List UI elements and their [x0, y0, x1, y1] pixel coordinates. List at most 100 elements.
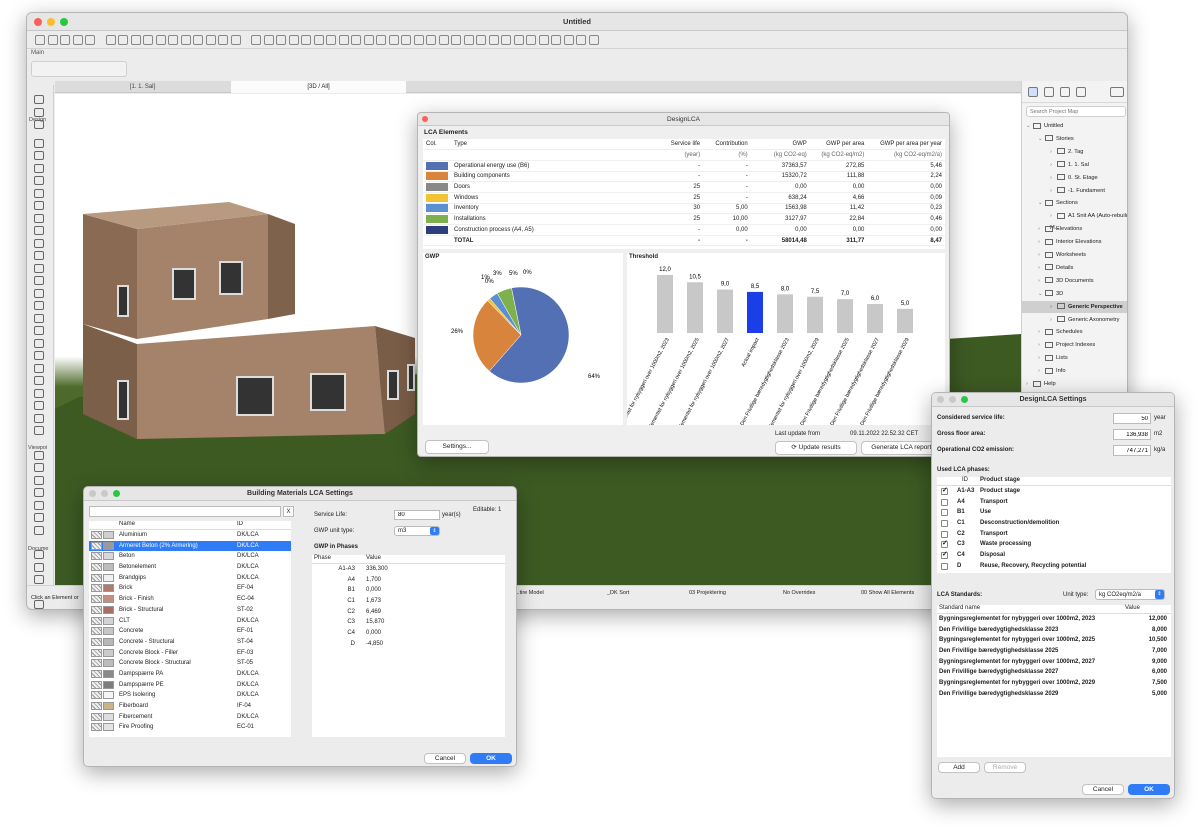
tool-icon[interactable]: [34, 388, 44, 398]
lca-phase-row[interactable]: A4 Transport: [937, 497, 1171, 508]
material-row[interactable]: CLT DK/LCA: [89, 616, 291, 627]
toolbar-tool-icon[interactable]: [576, 35, 586, 45]
tool-icon[interactable]: [34, 163, 44, 173]
toolbar-tool-icon[interactable]: [60, 35, 70, 45]
standard-row[interactable]: Bygningsreglementet for nybyggeri over 1…: [937, 657, 1171, 668]
model-view-option[interactable]: ...tire Model: [515, 586, 544, 600]
tree-item[interactable]: ⌄ 3D: [1022, 288, 1127, 300]
settings-button[interactable]: Settings...: [425, 440, 489, 454]
material-row[interactable]: Fire Proofing EC-01: [89, 722, 291, 733]
chevron-right-icon[interactable]: ›: [1050, 146, 1057, 158]
toolbar-tool-icon[interactable]: [451, 35, 461, 45]
table-row[interactable]: Construction process (A4, A5) -0,00 0,00 0,…: [423, 224, 945, 236]
tool-icon[interactable]: [34, 276, 44, 285]
view-map-icon[interactable]: [1044, 87, 1054, 97]
lca-phase-row[interactable]: C2 Transport: [937, 529, 1171, 540]
layer-combination[interactable]: 03 Projektering: [689, 586, 726, 600]
toolbar-tool-icon[interactable]: [72, 35, 83, 45]
tool-icon[interactable]: [34, 326, 44, 335]
toolbar-tool-icon[interactable]: [476, 35, 486, 45]
phase-checkbox[interactable]: [941, 539, 948, 550]
table-row[interactable]: Doors 25-0,00 0,00 0,00: [423, 181, 945, 193]
chevron-right-icon[interactable]: ›: [1050, 172, 1057, 184]
toolbar-tool-icon[interactable]: [276, 35, 286, 45]
toolbar-tool-icon[interactable]: [288, 35, 299, 45]
chevron-right-icon[interactable]: ›: [1050, 314, 1057, 326]
tree-item[interactable]: › Schedules: [1022, 326, 1127, 338]
tree-item[interactable]: › Worksheets: [1022, 249, 1127, 261]
phase-checkbox[interactable]: [941, 509, 948, 517]
toolbar-tool-icon[interactable]: [326, 35, 336, 45]
lca-phase-row[interactable]: D Reuse, Recovery, Recycling potential: [937, 561, 1171, 572]
update-results-button[interactable]: ⟳ Update results: [775, 441, 857, 455]
table-row[interactable]: Inventory 30 5,00 1563,98 11,42 0,23: [423, 203, 945, 215]
toolbar-tool-icon[interactable]: [180, 35, 191, 45]
clear-search-button[interactable]: X: [283, 506, 294, 517]
phase-row[interactable]: A4 1,700: [312, 575, 505, 586]
tree-item[interactable]: ⌄ Sections: [1022, 197, 1127, 209]
tool-icon[interactable]: [34, 138, 44, 148]
material-row[interactable]: Fiberboard IF-04: [89, 701, 291, 712]
tool-icon[interactable]: [34, 575, 44, 584]
tool-icon[interactable]: [34, 376, 44, 385]
toolbar-tool-icon[interactable]: [413, 35, 424, 45]
chevron-right-icon[interactable]: ›: [1050, 159, 1057, 171]
tool-icon[interactable]: [34, 188, 44, 198]
chevron-right-icon[interactable]: ›: [1038, 223, 1045, 235]
tree-item[interactable]: › Info: [1022, 365, 1127, 377]
material-row[interactable]: Dampspærre PE DK/LCA: [89, 680, 291, 691]
phase-row[interactable]: D -4,850: [312, 639, 505, 650]
material-row[interactable]: Brandgips DK/LCA: [89, 573, 291, 584]
tool-icon[interactable]: [34, 120, 44, 129]
tool-icon[interactable]: [34, 338, 44, 348]
lca-phase-row[interactable]: C1 Desconstruction/demolition: [937, 518, 1171, 529]
project-map-icon[interactable]: [1028, 87, 1038, 97]
materials-ok-button[interactable]: OK: [470, 753, 512, 764]
phase-checkbox[interactable]: [941, 486, 948, 497]
layout-book-icon[interactable]: [1060, 87, 1070, 97]
toolbar-tool-icon[interactable]: [351, 35, 361, 45]
toolbar-tool-icon[interactable]: [526, 35, 536, 45]
toolbar-tool-icon[interactable]: [85, 35, 95, 45]
menu-icon[interactable]: [1110, 87, 1124, 97]
lca-phase-row[interactable]: B1 Use: [937, 507, 1171, 518]
tool-icon[interactable]: [34, 550, 44, 559]
tool-icon[interactable]: [34, 426, 44, 435]
standard-row[interactable]: Bygningsreglementet for nybyggeri over 1…: [937, 635, 1171, 646]
chevron-right-icon[interactable]: ›: [1038, 352, 1045, 364]
tool-icon[interactable]: [34, 450, 44, 460]
material-row[interactable]: Concrete Block - Filler EF-03: [89, 648, 291, 659]
chevron-right-icon[interactable]: ›: [1038, 275, 1045, 287]
toolbar-tool-icon[interactable]: [205, 35, 216, 45]
tool-icon[interactable]: [34, 488, 44, 497]
tool-icon[interactable]: [34, 401, 44, 410]
tree-item[interactable]: › Elevations: [1022, 223, 1127, 235]
chevron-right-icon[interactable]: ›: [1038, 262, 1045, 274]
chevron-right-icon[interactable]: ›: [1050, 210, 1057, 222]
toolbar-tool-icon[interactable]: [488, 35, 499, 45]
setting-input[interactable]: [1113, 445, 1151, 456]
navigator-search-input[interactable]: [1026, 106, 1126, 117]
table-row[interactable]: Windows 25-638,24 4,66 0,09: [423, 192, 945, 204]
material-row[interactable]: Aluminium DK/LCA: [89, 530, 291, 541]
toolbar-tool-icon[interactable]: [388, 35, 399, 45]
tree-item[interactable]: › A1 Snit AA (Auto-rebuild M...: [1022, 210, 1127, 231]
tool-icon[interactable]: [34, 213, 44, 223]
material-row[interactable]: Concrete - Structural ST-04: [89, 637, 291, 648]
standard-row[interactable]: Bygningsreglementet for nybyggeri over 1…: [937, 678, 1171, 689]
graphic-override[interactable]: No Overrides: [783, 586, 815, 600]
toolbar-tool-icon[interactable]: [155, 35, 166, 45]
tree-item[interactable]: ⌄ Stories: [1022, 133, 1127, 145]
toolbar-tool-icon[interactable]: [538, 35, 549, 45]
material-row[interactable]: EPS Isolering DK/LCA: [89, 690, 291, 701]
chevron-right-icon[interactable]: ›: [1038, 236, 1045, 248]
close-icon[interactable]: [422, 116, 428, 122]
phase-row[interactable]: B1 0,000: [312, 585, 505, 596]
tree-item[interactable]: › 3D Documents: [1022, 275, 1127, 287]
material-row[interactable]: Brick - Finish EC-04: [89, 594, 291, 605]
tool-icon[interactable]: [34, 95, 44, 104]
standard-row[interactable]: Den Frivillige bæredygtighedsklasse 2027…: [937, 667, 1171, 678]
table-row[interactable]: Building components - -15320,72 111,88 2,24: [423, 171, 945, 183]
settings-cancel-button[interactable]: Cancel: [1082, 784, 1124, 795]
tool-icon[interactable]: [34, 313, 44, 323]
